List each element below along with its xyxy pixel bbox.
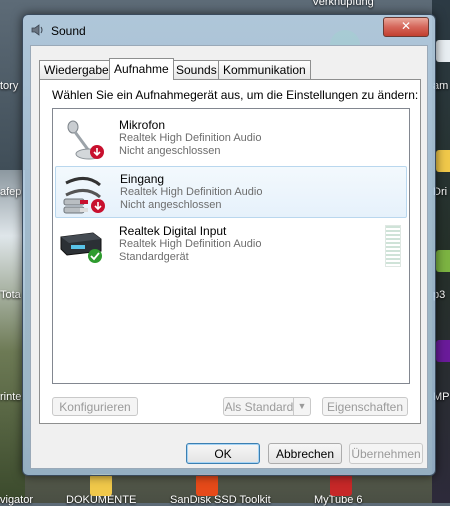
dialog-client-area: Wiedergabe Aufnahme Sounds Kommunikation… [30,45,428,469]
desktop-icon-label[interactable]: rinte [0,391,21,403]
set-default-label: Als Standard [224,400,294,414]
device-name: Realtek Digital Input [119,224,227,238]
line-in-cable-icon [63,177,105,214]
desktop-shortcut-icon[interactable] [436,40,450,62]
device-item-realtek-digital-input[interactable]: Realtek Digital Input Realtek High Defin… [55,219,405,269]
chevron-down-icon[interactable]: ▼ [293,398,310,415]
tab-kommunikation[interactable]: Kommunikation [218,60,311,79]
tab-wiedergabe[interactable]: Wiedergabe [39,60,114,79]
tab-sounds[interactable]: Sounds [171,60,222,79]
device-name: Eingang [120,172,165,186]
desktop-icon-label[interactable]: vigator [0,494,33,506]
desktop-icon-label[interactable]: Verknüpfung [312,0,374,8]
title-bar[interactable]: Sound ✕ [23,15,435,43]
green-check-badge [88,249,102,263]
app-shortcut-icon[interactable] [436,340,450,362]
device-status: Standardgerät [119,251,189,263]
properties-button[interactable]: Eigenschaften [322,397,408,416]
device-name: Mikrofon [119,118,166,132]
folder-icon[interactable] [436,150,450,172]
folder-icon[interactable] [90,474,112,496]
apply-button[interactable]: Übernehmen [349,443,423,464]
desktop-icon-label[interactable]: afep [0,186,21,198]
device-driver: Realtek High Definition Audio [119,238,262,250]
desktop-app-icon[interactable] [196,474,218,496]
desktop-icon-label[interactable]: SanDisk SSD Toolkit [170,494,271,506]
close-button[interactable]: ✕ [383,17,429,37]
device-status: Nicht angeschlossen [120,199,222,211]
sound-dialog: Sound ✕ Wiedergabe Aufnahme Sounds Kommu… [22,14,436,476]
device-list[interactable]: Mikrofon Realtek High Definition Audio N… [52,108,410,384]
speaker-icon [31,24,43,36]
device-status: Nicht angeschlossen [119,145,221,157]
digital-input-device-icon [60,232,102,263]
set-default-button[interactable]: Als Standard ▼ [223,397,311,416]
cancel-button[interactable]: Abbrechen [268,443,342,464]
desktop-app-icon[interactable] [330,474,352,496]
device-driver: Realtek High Definition Audio [119,132,262,144]
tab-aufnahme[interactable]: Aufnahme [109,58,174,80]
desktop-icon-label[interactable]: Tota [0,289,21,301]
ok-button[interactable]: OK [186,443,260,464]
level-meter [385,225,401,267]
device-item-mikrofon[interactable]: Mikrofon Realtek High Definition Audio N… [55,113,405,163]
desktop-icon-label[interactable]: tory [0,80,18,92]
device-driver: Realtek High Definition Audio [120,186,263,198]
instruction-text: Wählen Sie ein Aufnahmegerät aus, um die… [52,88,419,102]
configure-button[interactable]: Konfigurieren [52,397,138,416]
window-title: Sound [51,24,86,38]
app-shortcut-icon[interactable] [436,250,450,272]
recording-tab-panel: Wählen Sie ein Aufnahmegerät aus, um die… [39,79,421,424]
microphone-icon [67,120,104,160]
device-item-eingang[interactable]: Eingang Realtek High Definition Audio Ni… [55,166,407,218]
